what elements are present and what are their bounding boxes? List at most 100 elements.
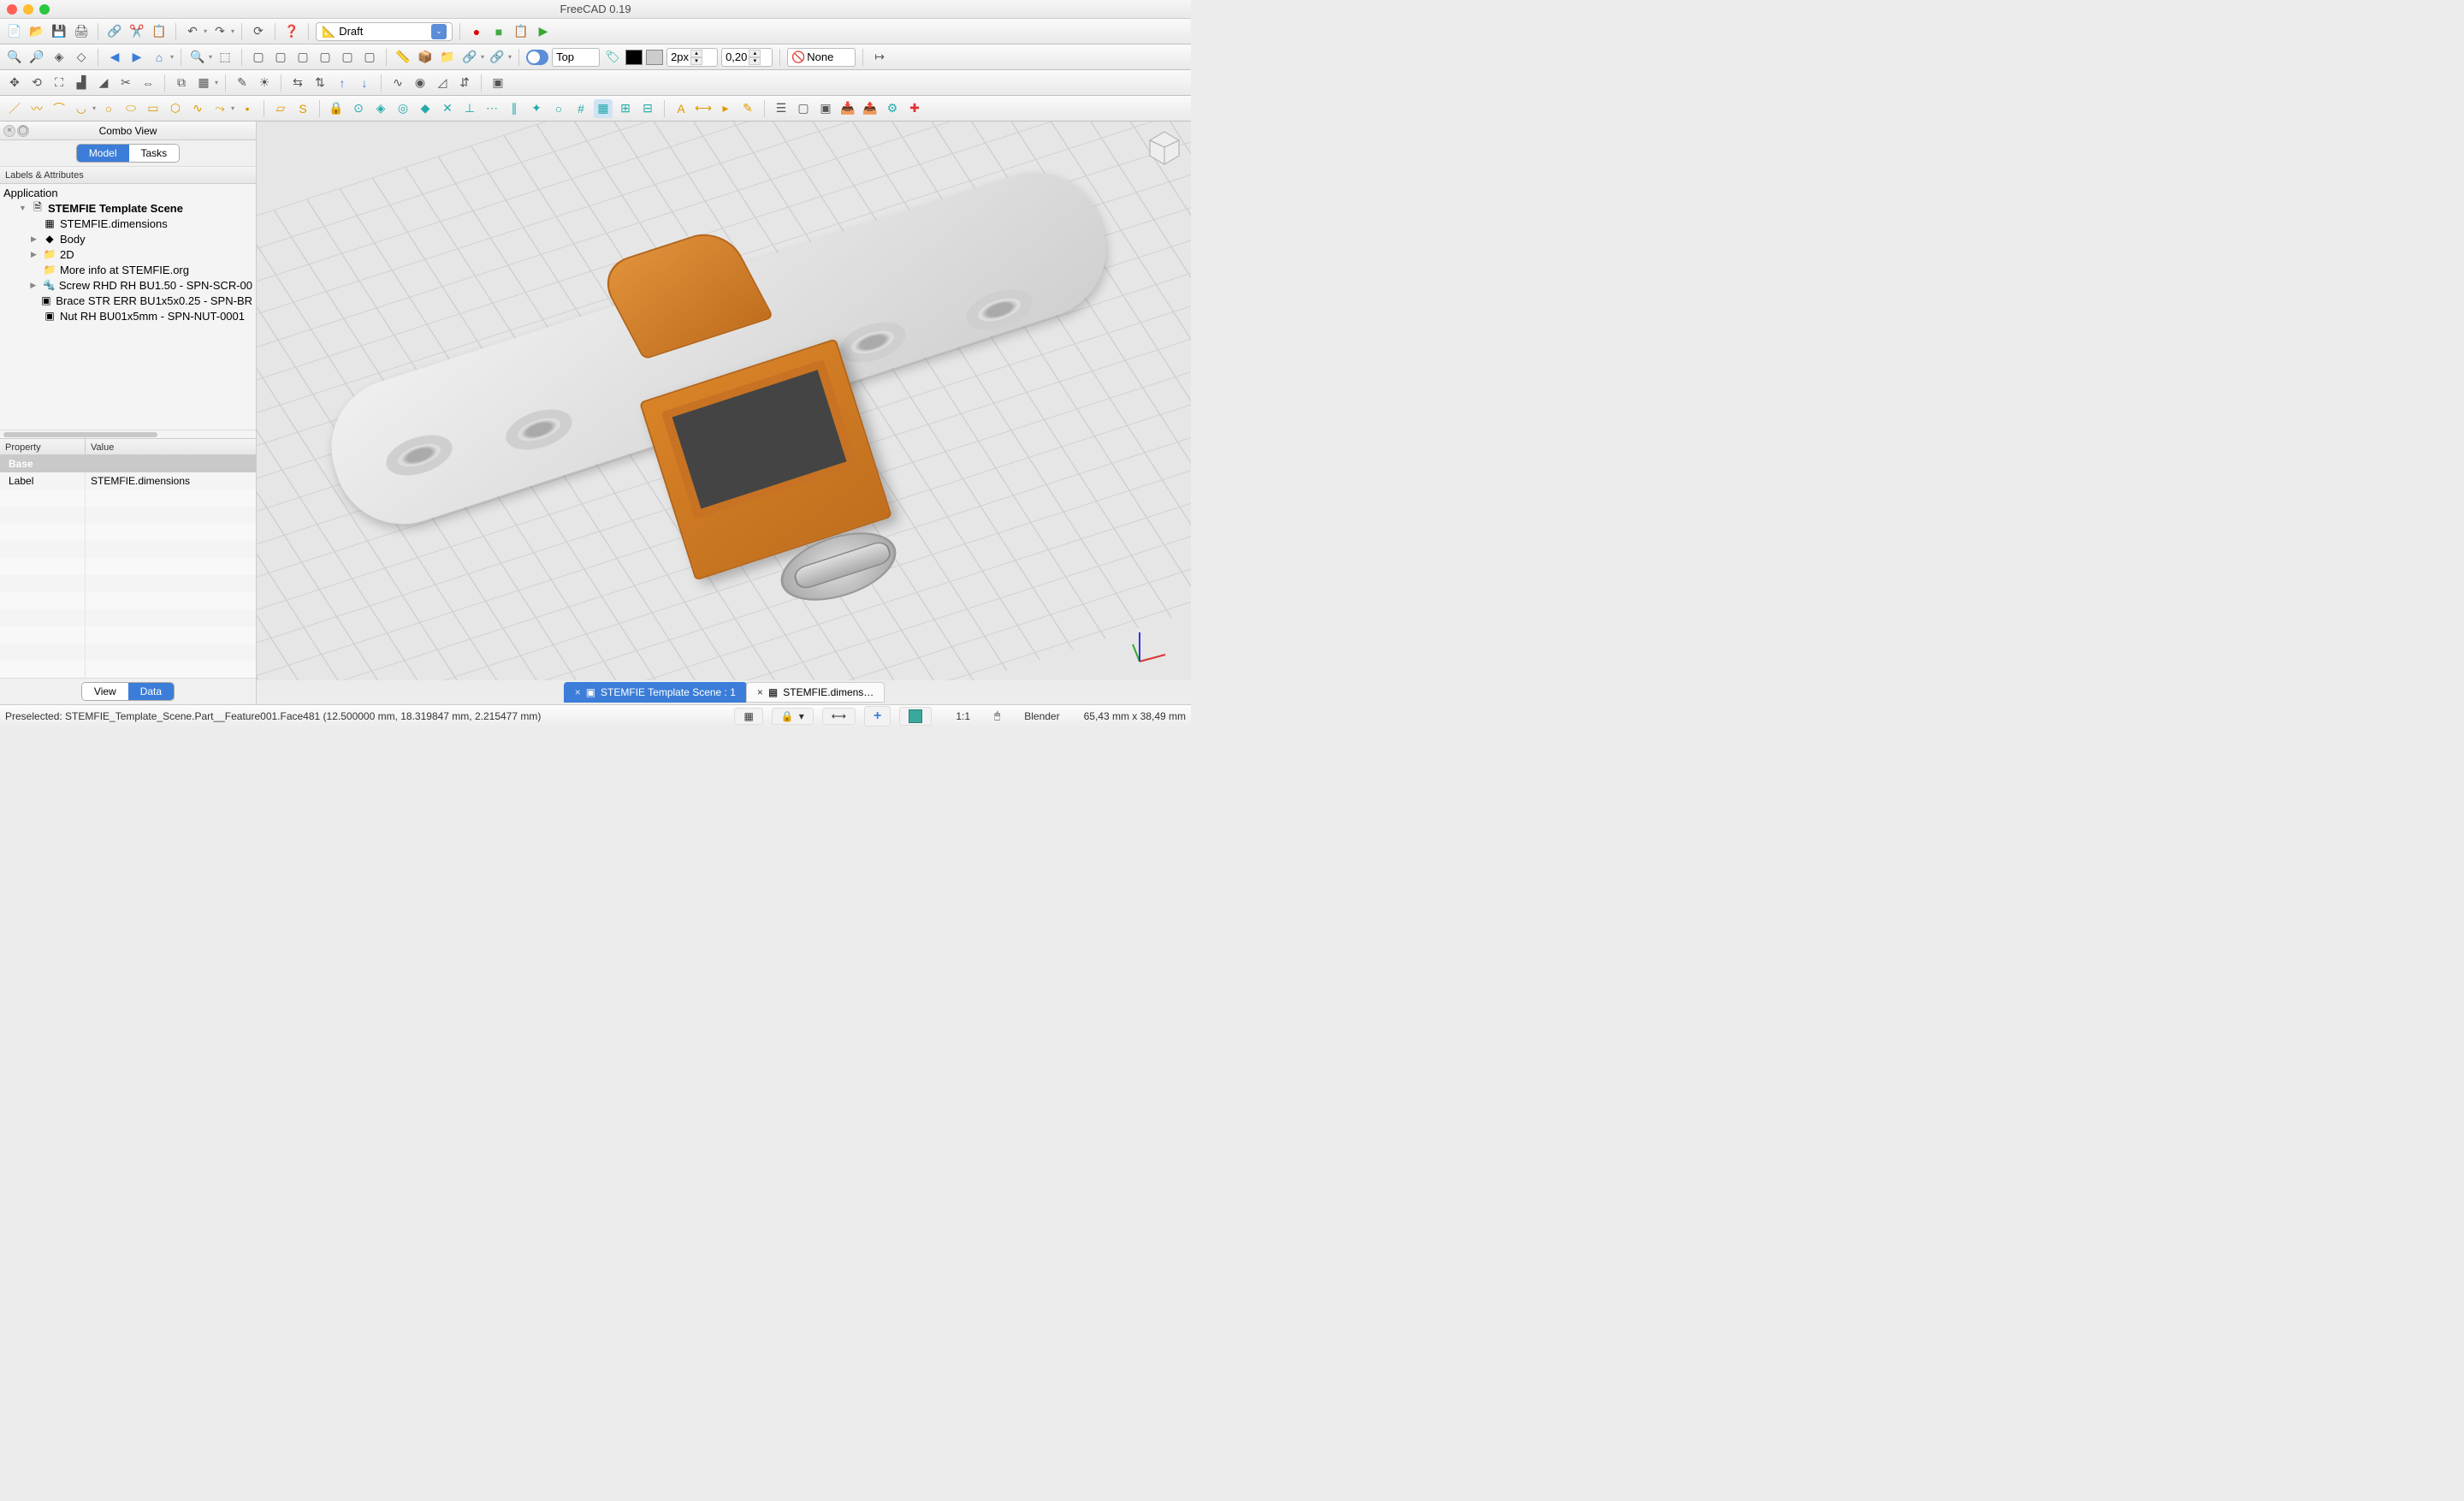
view-left-button[interactable]: ▢ [360,48,379,67]
line-opacity-field[interactable]: 0,20 ▴▾ [721,48,773,67]
highlight-button[interactable]: ☀ [255,74,274,92]
snap-center-button[interactable]: ◎ [394,99,412,118]
doc-tab-scene[interactable]: × ▣ STEMFIE Template Scene : 1 [564,682,747,703]
tree-item[interactable]: ▼🗎STEMFIE Template Scene [0,200,256,216]
edit-button[interactable]: ✎ [233,74,252,92]
text-tool-button[interactable]: A [672,99,690,118]
snap-end-button[interactable]: ⊙ [349,99,368,118]
undo-button[interactable]: ↶ [183,22,202,41]
dropdown-icon[interactable]: ▾ [231,104,234,112]
rectangle-button[interactable]: ▭ [144,99,163,118]
copy-button[interactable]: 📋 [150,22,169,41]
3d-viewport[interactable]: × ▣ STEMFIE Template Scene : 1 × ▦ STEMF… [257,122,1191,704]
view-iso-button[interactable]: ⬚ [216,48,234,67]
face-color-swatch[interactable] [625,50,643,65]
join-button[interactable]: ⇆ [288,74,307,92]
panel-close-button[interactable]: × [3,125,15,137]
snap-wp-button[interactable]: ⊞ [616,99,635,118]
ellipse-button[interactable]: ⬭ [121,99,140,118]
stepper-up-icon[interactable]: ▴ [749,50,761,57]
tree-item[interactable]: 📁More info at STEMFIE.org [0,262,256,277]
dropdown-icon[interactable]: ▾ [508,53,512,61]
tree-application[interactable]: Application [0,186,256,200]
wp-proxy-button[interactable]: ▢ [794,99,813,118]
macro-run-button[interactable]: ▶ [534,22,553,41]
snap-perp-button[interactable]: ⊥ [460,99,479,118]
view-top-button[interactable]: ▢ [271,48,290,67]
nav-left-button[interactable]: ◀ [105,48,124,67]
label-tool-button[interactable]: ▸ [716,99,735,118]
property-row[interactable]: Label STEMFIE.dimensions [0,472,256,489]
tab-view[interactable]: View [82,683,128,700]
wire-button[interactable]: 〰 [27,99,46,118]
facebinder-button[interactable]: ▱ [271,99,290,118]
macro-list-button[interactable]: 📋 [512,22,530,41]
dropdown-icon[interactable]: ▾ [209,53,212,61]
fit-all-button[interactable]: 🔍 [5,48,24,67]
snap-near-button[interactable]: ○ [549,99,568,118]
construction-chip[interactable] [899,707,932,726]
scale-label[interactable]: 1:1 [940,710,986,722]
print-button[interactable]: 🖨 [72,22,91,41]
snap-mid-button[interactable]: ◈ [371,99,390,118]
snap-parallel-button[interactable]: ∥ [505,99,524,118]
snap-special-button[interactable]: ✦ [527,99,546,118]
select-group-button[interactable]: 📤 [861,99,880,118]
save-button[interactable]: 💾 [50,22,68,41]
redo-button[interactable]: ↷ [210,22,229,41]
nav-right-button[interactable]: ▶ [127,48,146,67]
fit-selection-button[interactable]: 🔎 [27,48,46,67]
rotate-button[interactable]: ⟲ [27,74,46,92]
upgrade-button[interactable]: ↑ [333,74,352,92]
tree-view[interactable]: Application ▼🗎STEMFIE Template Scene▦STE… [0,184,256,430]
panel-undock-button[interactable]: ◯ [17,125,29,137]
cut-button[interactable]: ✂️ [127,22,146,41]
disclosure-icon[interactable]: ▼ [19,204,27,212]
draft-to-sketch-button[interactable]: ◉ [411,74,429,92]
workbench-selector[interactable]: 📐 Draft ⌄ [316,22,453,41]
refresh-button[interactable]: ⟳ [249,22,268,41]
offset-button[interactable]: ◢ [94,74,113,92]
tree-item[interactable]: ▶◆Body [0,231,256,246]
flip-dim-button[interactable]: ⇵ [455,74,474,92]
open-button[interactable]: 📂 [27,22,46,41]
tree-scrollbar[interactable] [0,430,256,438]
bezier-button[interactable]: ⤳ [210,99,229,118]
disclosure-icon[interactable]: ▶ [30,281,38,290]
add-to-group-button[interactable]: 📥 [838,99,857,118]
snap-ext-button[interactable]: ⋯ [483,99,501,118]
plane-toggle[interactable] [526,50,548,65]
wire-to-bspline-button[interactable]: ∿ [388,74,407,92]
snap-grid-button[interactable]: ▦ [594,99,613,118]
dimension-button[interactable]: ⟷ [694,99,713,118]
mirror-button[interactable]: ▟ [72,74,91,92]
slope-button[interactable]: ◿ [433,74,452,92]
macro-stop-button[interactable]: ■ [489,22,508,41]
autogroup-button[interactable]: ↦ [870,48,889,67]
tag-button[interactable]: 🏷 [603,48,622,67]
heal-button[interactable]: ✚ [905,99,924,118]
fillet-button[interactable]: ⌒ [50,99,68,118]
tree-item[interactable]: ▦STEMFIE.dimensions [0,216,256,231]
tab-data[interactable]: Data [128,683,174,700]
shapestring-button[interactable]: S [293,99,312,118]
array-button[interactable]: ▦ [194,74,213,92]
stepper-down-icon[interactable]: ▾ [690,57,702,65]
view-right-button[interactable]: ▢ [293,48,312,67]
bspline-button[interactable]: ∿ [188,99,207,118]
line-button[interactable]: ／ [5,99,24,118]
working-plane-field[interactable]: Top [552,48,600,67]
dropdown-icon[interactable]: ▾ [170,53,174,61]
close-tab-icon[interactable]: × [757,686,763,698]
tab-tasks[interactable]: Tasks [129,145,180,162]
dropdown-icon[interactable]: ▾ [231,27,234,35]
dropdown-icon[interactable]: ▾ [215,79,218,86]
disclosure-icon[interactable]: ▶ [31,234,39,244]
arc-button[interactable]: ◡ [72,99,91,118]
clone-button[interactable]: ⧉ [172,74,191,92]
disclosure-icon[interactable]: ▶ [31,250,39,259]
downgrade-button[interactable]: ↓ [355,74,374,92]
snap-angle-button[interactable]: ◆ [416,99,435,118]
link-make-button[interactable]: 🔗 [460,48,479,67]
grid-toggle-chip[interactable]: ▦ [734,708,762,725]
